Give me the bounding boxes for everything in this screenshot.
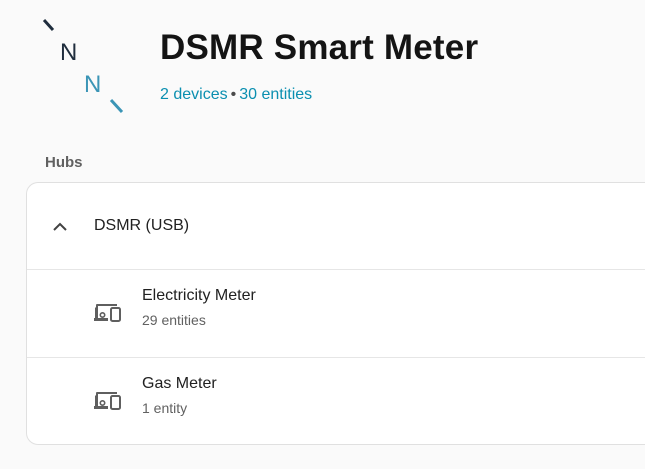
devices-icon (94, 392, 121, 410)
integration-page: N N DSMR Smart Meter 2 devices • 30 entiti… (0, 0, 645, 469)
devices-icon (94, 304, 121, 322)
page-title: DSMR Smart Meter (160, 28, 479, 67)
svg-text:N: N (60, 39, 77, 66)
device-entity-count: 29 entities (142, 312, 206, 328)
device-name: Gas Meter (142, 375, 217, 392)
hub-name: DSMR (USB) (94, 217, 190, 234)
summary-separator: • (230, 86, 237, 103)
chevron-up-icon[interactable] (51, 218, 69, 236)
svg-text:N: N (84, 71, 101, 98)
hubs-card: DSMR (USB) Electricity Meter 29 entities… (26, 182, 645, 445)
hubs-section-label: Hubs (45, 154, 83, 171)
device-entity-count: 1 entity (142, 400, 188, 416)
integration-summary: 2 devices • 30 entities (160, 86, 312, 104)
device-row-electricity-meter[interactable]: Electricity Meter 29 entities (27, 270, 645, 358)
device-name: Electricity Meter (142, 287, 256, 304)
device-row-gas-meter[interactable]: Gas Meter 1 entity (27, 358, 645, 445)
hub-row-dsmr-usb[interactable]: DSMR (USB) (27, 183, 645, 270)
devices-link[interactable]: 2 devices (160, 86, 228, 103)
entities-link[interactable]: 30 entities (239, 86, 312, 103)
nn-logo-icon: N N (42, 18, 124, 114)
